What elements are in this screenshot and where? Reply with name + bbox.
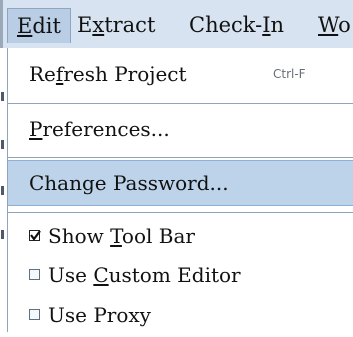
menu-item-show-tool-bar[interactable]: Show Tool Bar: [8, 214, 353, 258]
change-password-label: Change Password...: [29, 171, 229, 195]
menu-item-preferences[interactable]: Preferences...: [8, 107, 353, 151]
menu-check-in-label-start: Check-: [189, 13, 263, 37]
menu-bar: Edit Extract Check-In Wo: [0, 0, 353, 48]
window-edge: [0, 0, 3, 48]
menu-check-in-label-end: n: [270, 13, 285, 37]
menu-edit[interactable]: Edit: [7, 8, 71, 43]
menu-wo-label-end: o: [338, 13, 351, 37]
menu-wo-mnemonic: W: [318, 13, 339, 37]
separator: [8, 157, 353, 158]
separator: [8, 103, 353, 104]
preferences-label: Preferences...: [29, 117, 170, 141]
menu-extract-label-start: E: [77, 13, 93, 37]
menu-item-refresh-project[interactable]: Refresh Project Ctrl-F: [8, 52, 353, 96]
show-tool-bar-label: Show Tool Bar: [48, 224, 195, 248]
menu-extract-label-end: tract: [104, 13, 156, 37]
use-custom-editor-label: Use Custom Editor: [48, 263, 241, 287]
refresh-shortcut: Ctrl-F: [273, 67, 306, 81]
menu-edit-label: dit: [32, 14, 61, 38]
menu-item-use-custom-editor[interactable]: Use Custom Editor: [8, 253, 353, 297]
menu-edit-mnemonic: E: [17, 14, 33, 38]
menu-item-change-password[interactable]: Change Password...: [8, 160, 353, 206]
menu-extract-mnemonic: x: [92, 13, 105, 37]
background-window-edge: [0, 48, 7, 332]
menu-check-in-mnemonic: I: [262, 13, 271, 37]
refresh-project-label: Refresh Project: [29, 62, 187, 86]
menu-item-use-proxy[interactable]: Use Proxy: [8, 293, 353, 337]
menu-extract[interactable]: Extract: [77, 12, 155, 38]
checkbox-checked-icon: [29, 230, 41, 241]
menu-check-in[interactable]: Check-In: [189, 12, 284, 38]
checkbox-unchecked-icon: [29, 309, 40, 320]
edit-menu-dropdown: Refresh Project Ctrl-F Preferences... Ch…: [7, 48, 353, 332]
separator: [8, 212, 353, 213]
menu-wo[interactable]: Wo: [318, 12, 351, 38]
checkbox-unchecked-icon: [29, 269, 40, 280]
use-proxy-label: Use Proxy: [48, 303, 151, 327]
